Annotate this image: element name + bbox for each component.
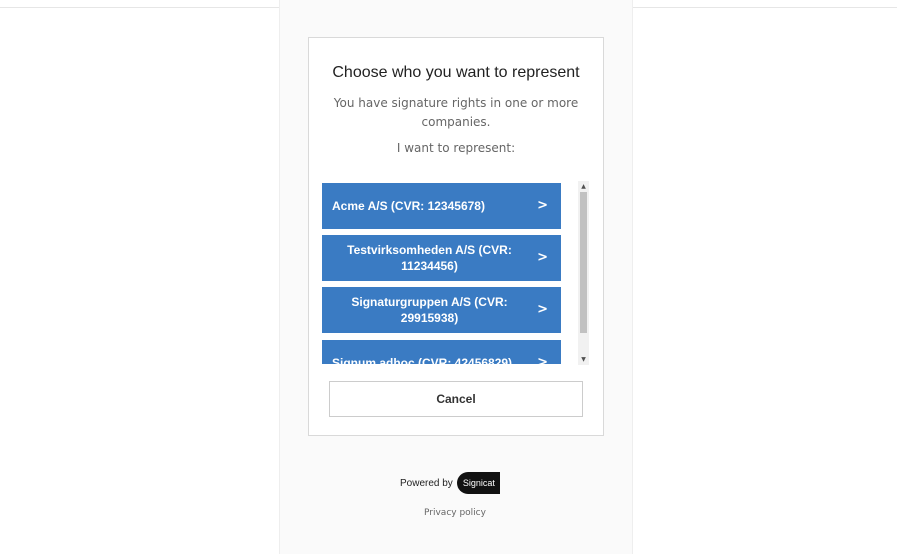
scrollbar-thumb[interactable]: [580, 192, 587, 333]
chevron-right-icon: >: [537, 250, 548, 265]
company-list[interactable]: Acme A/S (CVR: 12345678) > Testvirksomhe…: [322, 183, 562, 364]
company-option-label: Signaturgruppen A/S (CVR: 29915938): [351, 295, 508, 325]
chevron-right-icon: >: [537, 198, 548, 213]
chevron-right-icon: >: [537, 302, 548, 317]
represent-prompt: I want to represent:: [396, 141, 516, 155]
representation-dialog: Choose who you want to represent You hav…: [308, 37, 604, 436]
signicat-logo: Signicat: [456, 472, 500, 494]
privacy-policy-link[interactable]: Privacy policy: [0, 508, 897, 518]
company-option-testvirksomheden[interactable]: Testvirksomheden A/S (CVR: 11234456) >: [322, 235, 561, 281]
company-option-label: Testvirksomheden A/S (CVR: 11234456): [347, 243, 512, 273]
company-option-label: Acme A/S (CVR: 12345678): [332, 199, 485, 213]
powered-by-label: Powered by: [400, 477, 453, 489]
list-scrollbar[interactable]: ▲ ▼: [578, 181, 589, 365]
chevron-right-icon: >: [537, 355, 548, 364]
company-option-signaturgruppen[interactable]: Signaturgruppen A/S (CVR: 29915938) >: [322, 287, 561, 333]
dialog-title: Choose who you want to represent: [332, 64, 580, 81]
company-option-signum[interactable]: Signum adhoc (CVR: 42456829) >: [322, 340, 561, 364]
company-option-label: Signum adhoc (CVR: 42456829): [332, 356, 513, 364]
scroll-up-icon[interactable]: ▲: [578, 181, 589, 192]
powered-by: Powered by Signicat: [400, 472, 500, 494]
company-option-acme[interactable]: Acme A/S (CVR: 12345678) >: [322, 183, 561, 229]
scroll-down-icon[interactable]: ▼: [578, 354, 589, 365]
dialog-subtitle: You have signature rights in one or more…: [333, 96, 579, 129]
cancel-button[interactable]: Cancel: [329, 381, 583, 417]
